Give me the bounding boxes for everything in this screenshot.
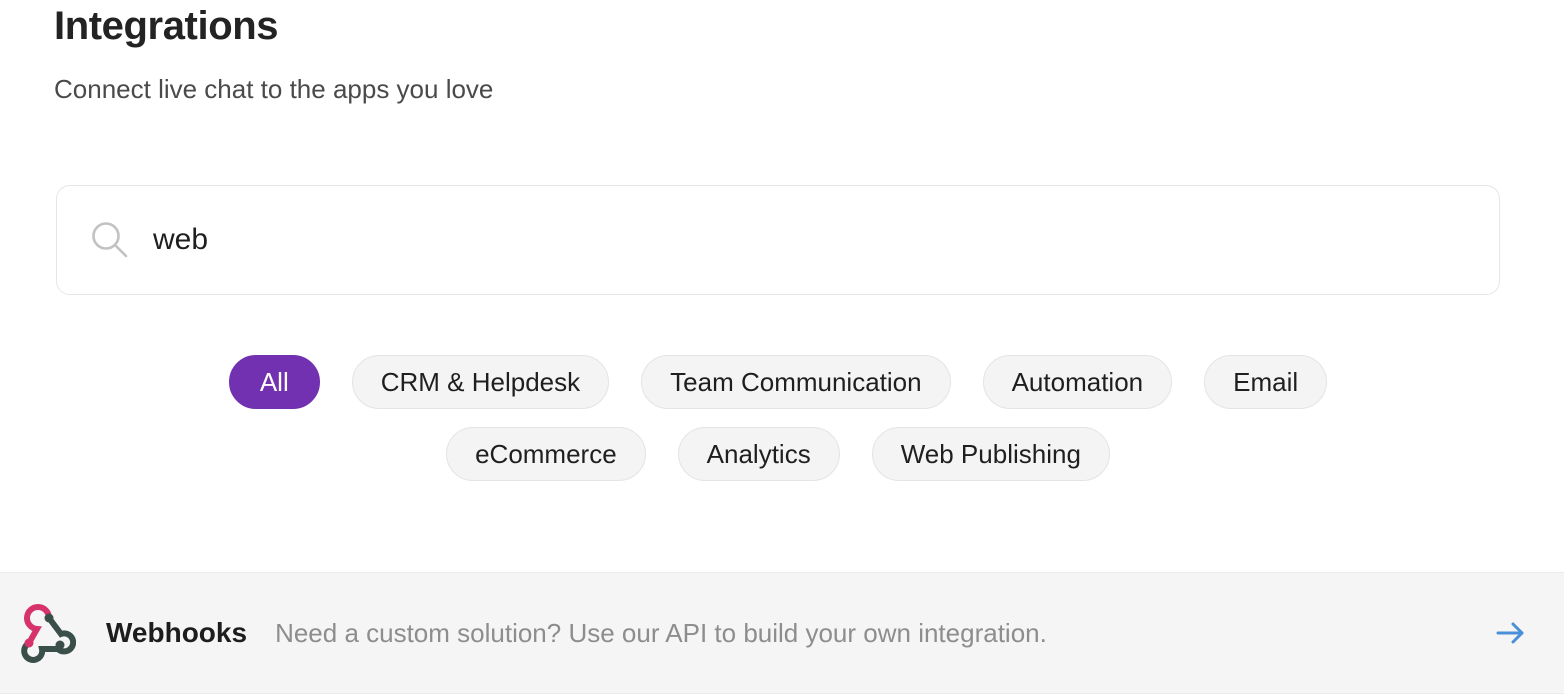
filter-pill-web-publishing[interactable]: Web Publishing	[872, 427, 1110, 481]
filter-pill-crm-helpdesk[interactable]: CRM & Helpdesk	[352, 355, 609, 409]
filter-pill-email[interactable]: Email	[1204, 355, 1327, 409]
webhooks-description: Need a custom solution? Use our API to b…	[275, 618, 1047, 649]
integrations-page: Integrations Connect live chat to the ap…	[0, 0, 1564, 694]
filter-pill-team-communication[interactable]: Team Communication	[641, 355, 950, 409]
search-input[interactable]	[153, 217, 1499, 263]
search-bar[interactable]	[56, 185, 1500, 295]
page-title: Integrations	[54, 0, 1054, 48]
filter-pill-analytics[interactable]: Analytics	[678, 427, 840, 481]
page-header: Integrations Connect live chat to the ap…	[54, 0, 1054, 105]
filter-pill-all[interactable]: All	[229, 355, 320, 409]
filter-pill-automation[interactable]: Automation	[983, 355, 1173, 409]
filter-row-2: eCommerce Analytics Web Publishing	[56, 427, 1500, 481]
arrow-right-icon[interactable]	[1494, 616, 1528, 650]
webhooks-logo-icon	[16, 603, 76, 663]
category-filters: All CRM & Helpdesk Team Communication Au…	[56, 355, 1500, 499]
filter-row-1: All CRM & Helpdesk Team Communication Au…	[56, 355, 1500, 409]
page-subtitle: Connect live chat to the apps you love	[54, 48, 1054, 105]
webhooks-banner[interactable]: Webhooks Need a custom solution? Use our…	[0, 572, 1564, 694]
webhooks-title: Webhooks	[106, 617, 247, 649]
search-icon	[89, 219, 131, 261]
filter-pill-ecommerce[interactable]: eCommerce	[446, 427, 646, 481]
